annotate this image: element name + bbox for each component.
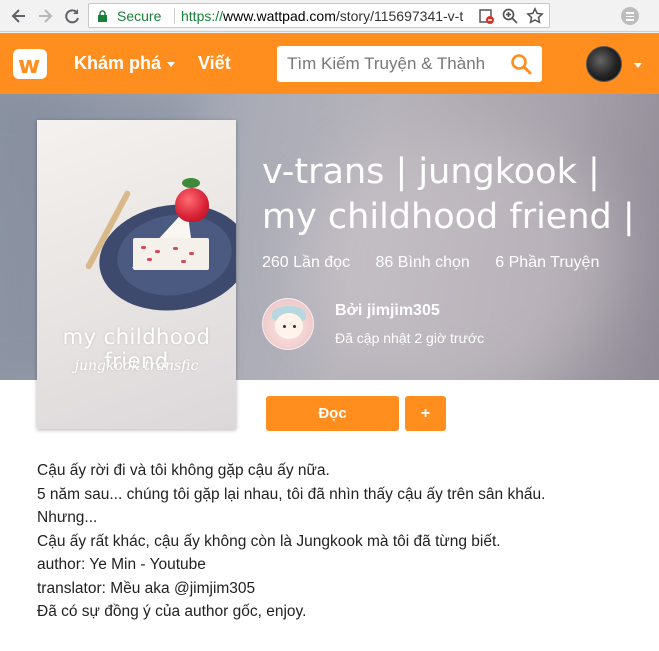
author-link[interactable]: Bởi jimjim305 <box>335 302 440 320</box>
description-line: Cậu ấy rời đi và tôi không gặp cậu ấy nữ… <box>37 462 330 479</box>
description-line: translator: Mều aka @jimjim305 <box>37 579 256 597</box>
user-menu-chevron-icon[interactable] <box>634 63 642 68</box>
story-title-line-2: my childhood friend | <box>262 197 635 237</box>
blocked-popup-icon[interactable] <box>477 7 495 25</box>
author-avatar[interactable] <box>262 298 314 350</box>
reload-icon[interactable] <box>61 5 83 27</box>
story-description: Cậu ấy rời đi và tôi không gặp cậu ấy nữ… <box>37 459 637 624</box>
discover-label: Khám phá <box>74 53 162 73</box>
search-input[interactable] <box>287 53 502 75</box>
story-title: v-trans | jungkook | my childhood friend… <box>262 150 652 240</box>
address-bar[interactable]: Secure https://www.wattpad.com/story/115… <box>88 3 550 28</box>
secure-label: Secure <box>117 8 162 24</box>
cover-subtitle: jungkook transfic <box>74 358 199 374</box>
browser-menu-icon[interactable] <box>621 7 639 25</box>
logo-glyph: w <box>18 51 41 79</box>
discover-menu[interactable]: Khám phá <box>74 53 176 74</box>
zoom-icon[interactable] <box>501 7 519 25</box>
wattpad-logo[interactable]: w <box>13 49 47 79</box>
browser-toolbar: Secure https://www.wattpad.com/story/115… <box>0 0 659 32</box>
search-icon[interactable] <box>510 53 532 75</box>
user-avatar[interactable] <box>586 46 622 82</box>
bookmark-star-icon[interactable] <box>526 7 544 25</box>
updated-time: Đã cập nhật 2 giờ trước <box>335 330 485 346</box>
forward-icon[interactable] <box>34 5 56 27</box>
story-title-line-1: v-trans | jungkook | <box>262 152 600 192</box>
description-line: Nhưng... <box>37 509 98 526</box>
omnibox-divider <box>174 8 175 24</box>
story-cover-image[interactable]: my childhood friend jungkook transfic <box>37 120 236 429</box>
write-link[interactable]: Viết <box>198 53 231 74</box>
read-button[interactable]: Đọc <box>266 396 399 431</box>
description-line: Cậu ấy rất khác, cậu ấy không còn là Jun… <box>37 532 501 550</box>
back-icon[interactable] <box>8 5 30 27</box>
lock-icon <box>98 10 107 22</box>
add-to-library-button[interactable]: + <box>405 396 446 431</box>
story-stats: 260 Lần đọc 86 Bình chọn 6 Phần Truyện <box>262 254 620 272</box>
chevron-down-icon <box>167 61 176 67</box>
url-path: /story/115697341-v-t <box>335 8 464 24</box>
search-box[interactable] <box>277 46 542 82</box>
reads-count: 260 Lần đọc <box>262 254 351 271</box>
votes-count: 86 Bình chọn <box>375 254 470 271</box>
description-line: 5 năm sau... chúng tôi gặp lại nhau, tôi… <box>37 485 546 503</box>
description-line: author: Ye Min - Youtube <box>37 556 206 573</box>
description-line: Đã có sự đồng ý của author gốc, enjoy. <box>37 603 307 620</box>
parts-count: 6 Phần Truyện <box>495 254 600 271</box>
url-scheme: https:// <box>181 8 224 24</box>
url-host: www.wattpad.com <box>223 8 336 24</box>
site-header: w Khám phá Viết <box>0 33 659 94</box>
url-text[interactable]: https://www.wattpad.com/story/115697341-… <box>181 8 464 24</box>
